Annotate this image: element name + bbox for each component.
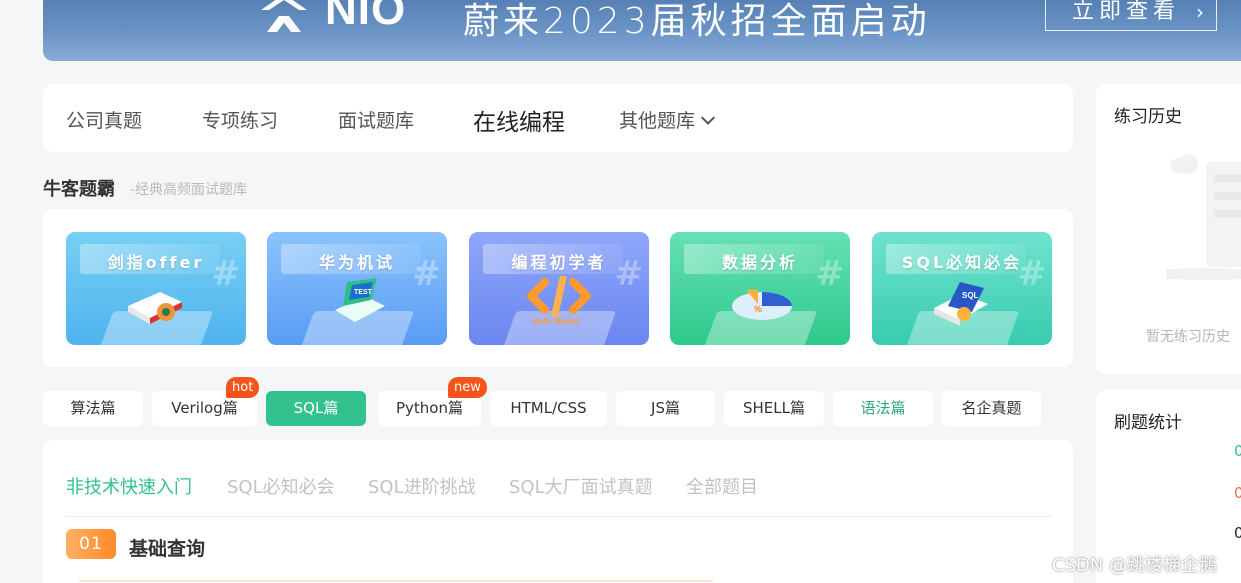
nio-brand-text: NIO [325,0,407,34]
subtab-non-tech-intro[interactable]: 非技术快速入门 [66,473,192,499]
empty-history-text: 暂无练习历史 [1146,329,1230,345]
practice-stats-title: 刷题统计 [1114,413,1182,433]
chevron-right-icon: › [1196,0,1204,24]
pill-js[interactable]: JS篇 [616,391,715,426]
tab-topic-practice[interactable]: 专项练习 [202,106,278,133]
csdn-watermark: CSDN @跳楼梯企鹅 [1052,555,1218,576]
hash-icon: # [211,254,241,294]
pie-chart-icon: % [732,289,792,320]
section-title: 牛客题霸 [43,179,115,200]
recruitment-banner[interactable]: NIO 蔚来2023届秋招全面启动 立即查看 › [43,0,1241,61]
card-jianzhi-offer[interactable]: 剑指offer # [66,232,246,345]
hash-icon: # [412,254,442,294]
tab-interview-bank[interactable]: 面试题库 [338,106,414,133]
hash-icon: # [614,254,644,294]
pill-shell[interactable]: SHELL篇 [724,391,824,426]
card-huawei-test[interactable]: 华为机试 # TEST [267,232,447,345]
tab-online-coding[interactable]: 在线编程 [473,103,565,137]
pill-algorithm[interactable]: 算法篇 [43,391,143,426]
practice-history-panel: 练习历史 暂无练习历史 [1096,84,1241,374]
pill-company-questions[interactable]: 名企真题 [942,391,1041,426]
subtab-sql-interview[interactable]: SQL大厂面试真题 [509,473,653,499]
book-icon [128,292,182,324]
svg-text:TEST: TEST [354,289,373,296]
feature-cards: 剑指offer # 华为机试 # TEST 编程初学者 # Hello Worl… [43,209,1073,367]
pill-syntax[interactable]: 语法篇 [833,391,933,426]
svg-text:%: % [754,304,762,314]
empty-state-illustration-icon [1166,154,1241,280]
tab-other-banks[interactable]: 其他题库 [619,106,716,133]
view-now-label: 立即查看 [1072,0,1181,24]
hash-icon: # [1017,254,1047,294]
pill-sql[interactable]: SQL篇 [266,391,366,426]
laptop-icon: TEST [335,278,385,322]
card-beginner-programming[interactable]: 编程初学者 # Hello World! [469,232,649,345]
tab-other-banks-label: 其他题库 [619,110,696,132]
progress-line [79,580,713,582]
sql-book-icon: SQL [934,282,988,326]
hot-badge: hot [226,377,260,398]
stat-value-green: 0 [1234,442,1241,460]
banner-title: 蔚来2023届秋招全面启动 [463,1,931,42]
hash-icon: # [815,254,845,294]
card-sql-must-know[interactable]: SQL必知必会 # SQL [872,232,1052,345]
main-tabs: 公司真题 专项练习 面试题库 在线编程 其他题库 [43,84,1073,152]
svg-text:SQL: SQL [962,291,979,300]
pill-html-css[interactable]: HTML/CSS [490,391,607,426]
stat-value-orange: 0 [1234,484,1241,502]
chevron-down-icon [700,110,716,125]
tab-company-questions[interactable]: 公司真题 [66,106,142,133]
svg-text:Hello World!: Hello World! [533,317,580,326]
code-brackets-icon: Hello World! [527,276,591,326]
section-subtitle: -经典高频面试题库 [130,182,248,198]
sql-course-panel: 非技术快速入门 SQL必知必会 SQL进阶挑战 SQL大厂面试真题 全部题目 0… [43,440,1073,583]
lesson-title: 基础查询 [129,538,206,560]
subtab-all-questions[interactable]: 全部题目 [686,473,758,499]
stat-value-black: 0 [1234,524,1241,542]
new-badge: new [448,377,487,398]
card-data-analysis[interactable]: 数据分析 # % [670,232,850,345]
divider [66,516,1053,517]
lesson-number-badge: 01 [66,529,116,559]
practice-history-title: 练习历史 [1114,107,1182,127]
view-now-button[interactable]: 立即查看 › [1045,0,1217,31]
subtab-sql-must-know[interactable]: SQL必知必会 [227,473,335,499]
subtab-sql-advanced[interactable]: SQL进阶挑战 [368,473,476,499]
nio-logo-icon [261,0,307,32]
